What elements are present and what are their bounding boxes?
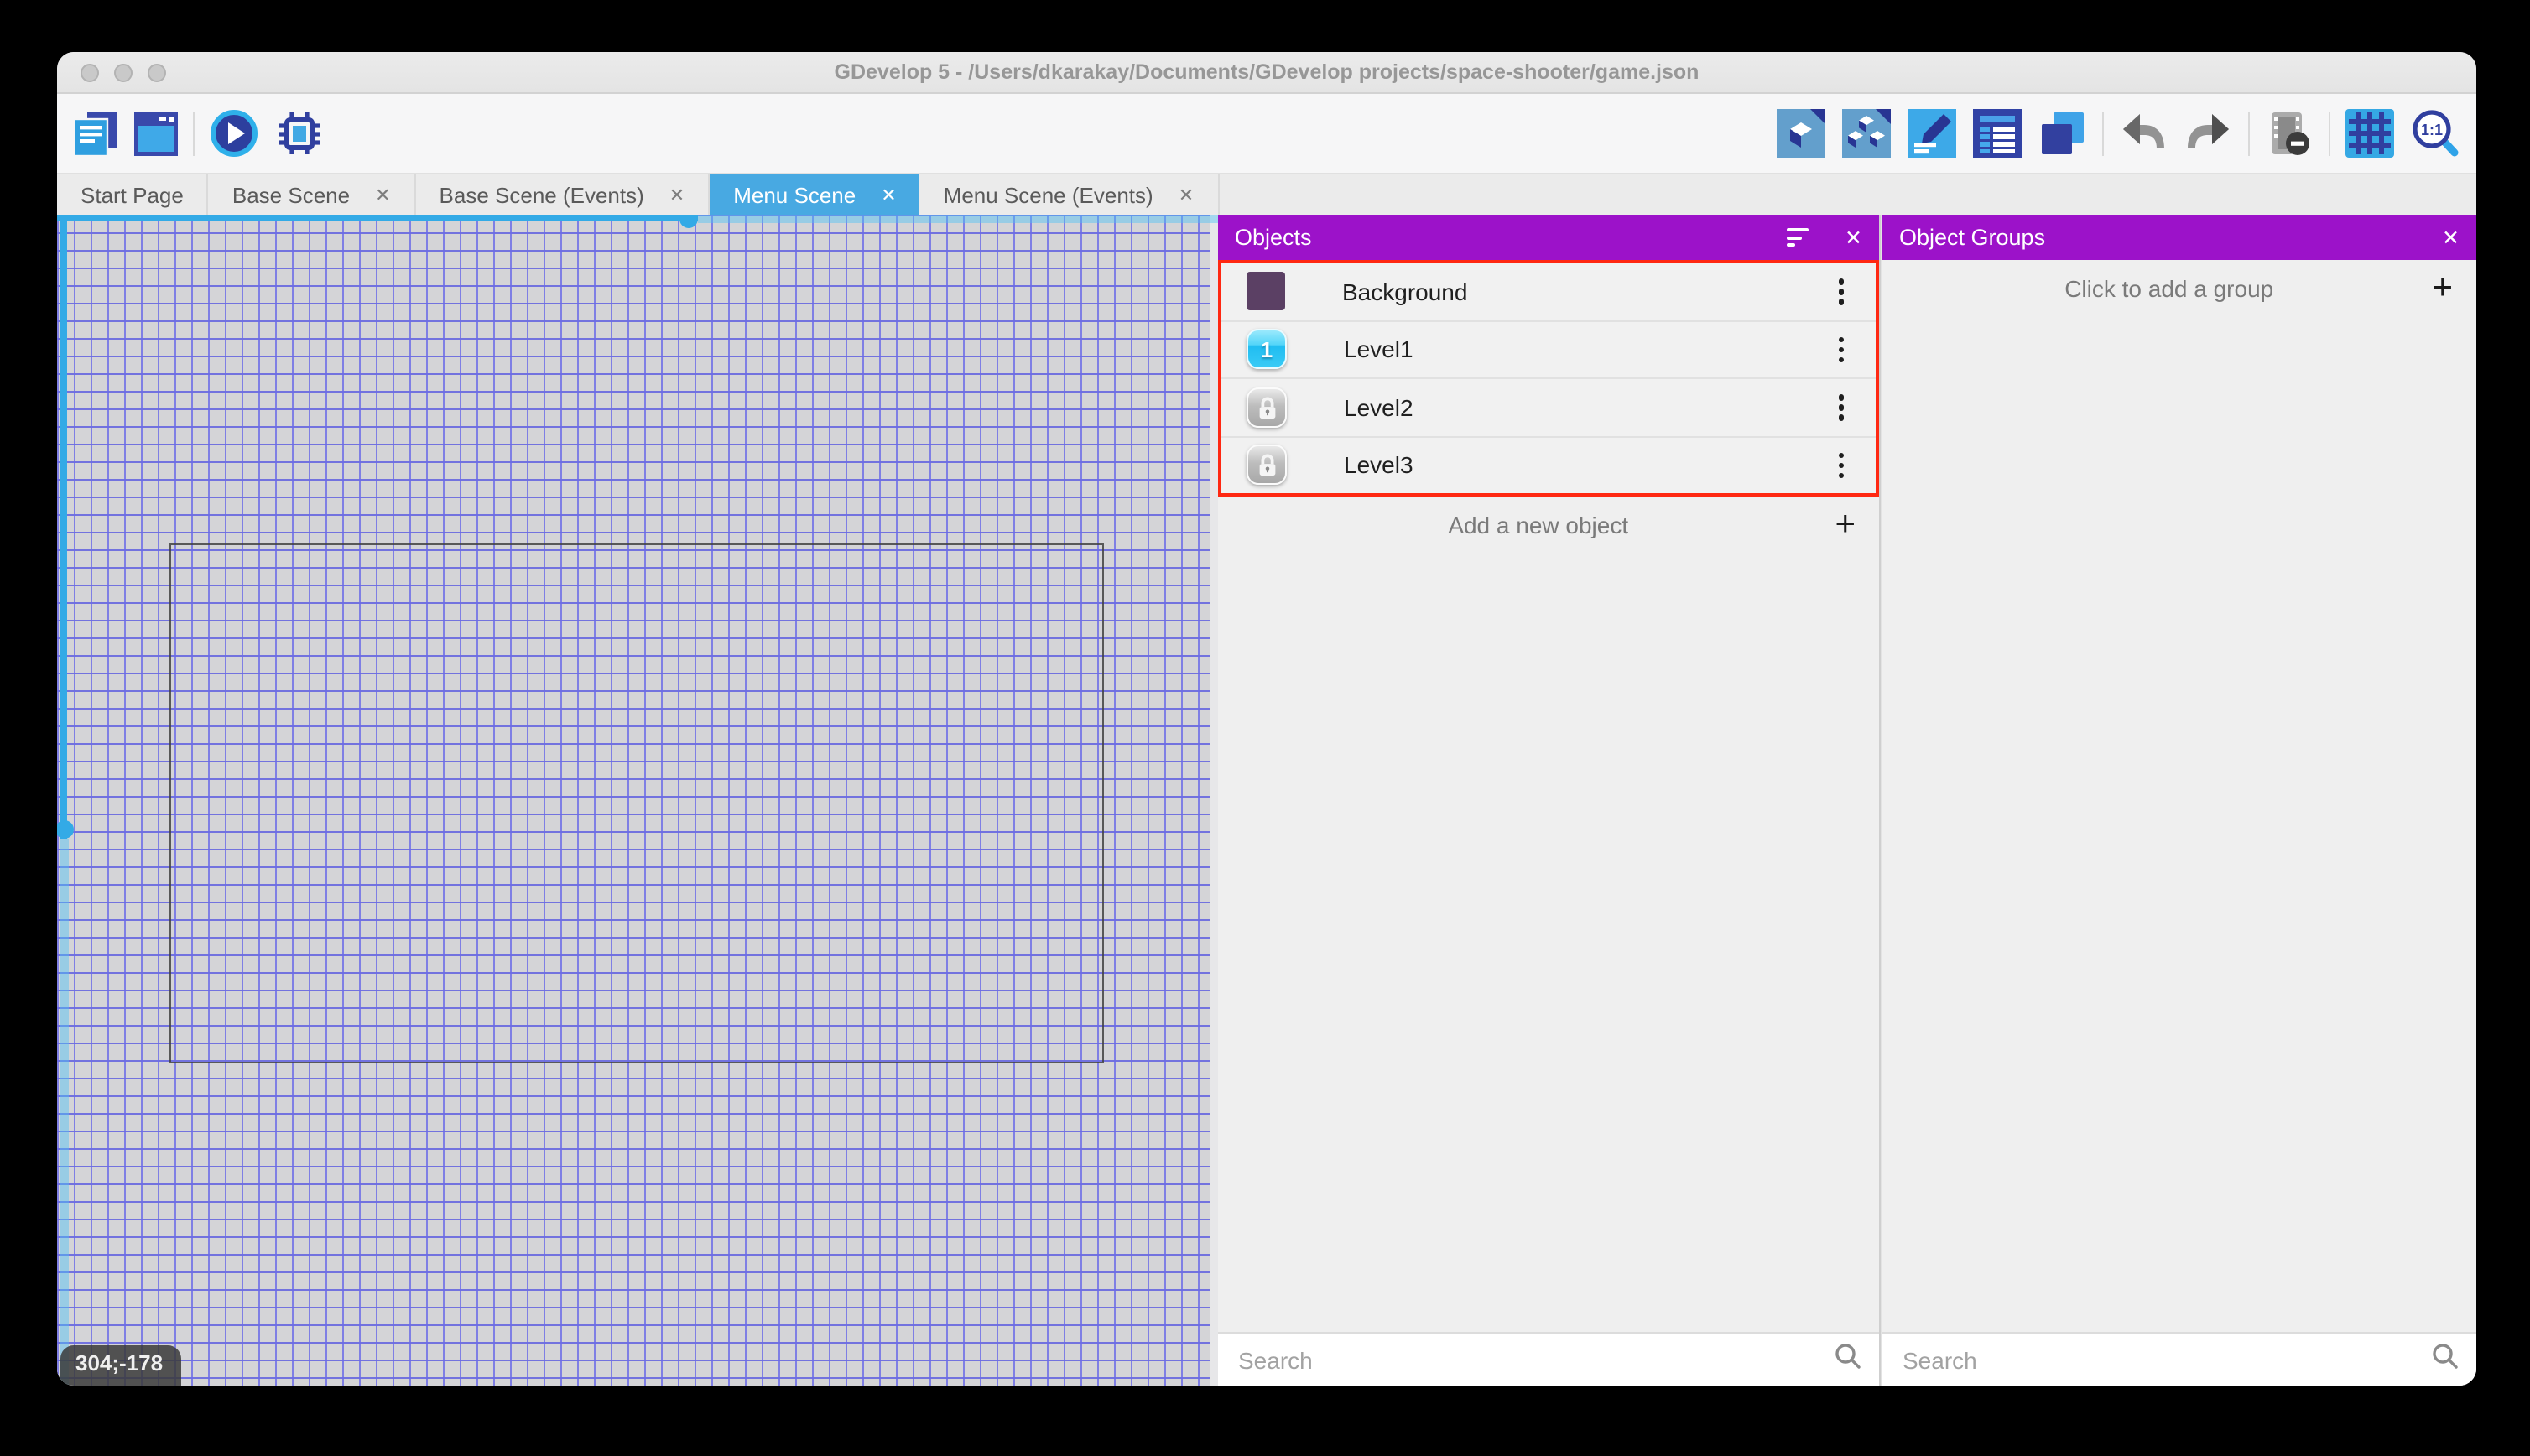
object-groups-panel: Object Groups ✕ Click to add a group + [1882, 215, 2476, 1386]
add-group-row[interactable]: Click to add a group + [1882, 260, 2476, 315]
tab-start-page[interactable]: Start Page [57, 174, 209, 216]
selection-edge-left [60, 215, 67, 839]
close-panel-icon[interactable]: ✕ [1845, 225, 1862, 250]
undo-icon[interactable] [2119, 109, 2168, 158]
object-menu-icon[interactable] [1833, 389, 1849, 425]
objects-panel: Objects ✕ Background 1 Level1 [1218, 215, 1879, 1386]
close-tab-icon[interactable]: ✕ [1179, 185, 1194, 206]
toggle-mask-icon[interactable] [2265, 109, 2314, 158]
object-menu-icon[interactable] [1833, 331, 1849, 367]
close-panel-icon[interactable]: ✕ [2442, 225, 2460, 250]
object-menu-icon[interactable] [1833, 447, 1849, 483]
debug-icon[interactable] [275, 109, 324, 158]
groups-search-input[interactable] [1899, 1344, 2431, 1375]
objects-panel-title: Objects [1235, 225, 1786, 250]
objects-search-input[interactable] [1235, 1344, 1834, 1375]
scene-canvas[interactable]: 304;-178 [57, 215, 1218, 1386]
object-name: Level3 [1344, 452, 1833, 479]
window-title: GDevelop 5 - /Users/dkarakay/Documents/G… [57, 60, 2476, 84]
objects-list-highlighted: Background 1 Level1 [1218, 260, 1879, 497]
tab-label: Base Scene (Events) [440, 183, 644, 208]
instances-list-icon[interactable] [1973, 109, 2022, 158]
selection-edge-top [57, 215, 698, 221]
tab-base-scene-events[interactable]: Base Scene (Events) ✕ [416, 174, 711, 216]
tab-menu-scene[interactable]: Menu Scene ✕ [710, 174, 919, 216]
object-row-background[interactable]: Background [1221, 263, 1876, 321]
scene-editor-window-icon[interactable] [134, 112, 178, 155]
close-tab-icon[interactable]: ✕ [375, 185, 390, 206]
main-area: 304;-178 Objects ✕ Background 1 [57, 215, 2476, 1386]
tab-menu-scene-events[interactable]: Menu Scene (Events) ✕ [920, 174, 1219, 216]
project-manager-icon[interactable] [74, 112, 117, 155]
object-row-level1[interactable]: 1 Level1 [1221, 321, 1876, 379]
play-icon[interactable] [210, 109, 258, 158]
selection-edge-left-faint [60, 839, 68, 1386]
cursor-coordinates: 304;-178 [60, 1345, 181, 1386]
groups-search-bar [1882, 1332, 2476, 1386]
background-thumbnail-icon [1247, 273, 1285, 311]
toggle-grid-icon[interactable] [2345, 109, 2394, 158]
search-icon [1834, 1341, 1862, 1378]
object-groups-editor-icon[interactable] [1842, 109, 1891, 158]
tab-bar: Start Page Base Scene ✕ Base Scene (Even… [57, 174, 2476, 216]
toolbar-divider [2102, 112, 2104, 155]
groups-panel-title: Object Groups [1899, 225, 2442, 250]
screen: GDevelop 5 - /Users/dkarakay/Documents/G… [0, 0, 2530, 1456]
tab-label: Menu Scene [733, 183, 856, 208]
tab-label: Start Page [81, 183, 184, 208]
tab-label: Base Scene [232, 183, 350, 208]
close-tab-icon[interactable]: ✕ [881, 185, 896, 206]
svg-text:1:1: 1:1 [2421, 122, 2443, 138]
add-icon[interactable]: + [2432, 270, 2453, 305]
groups-panel-header: Object Groups ✕ [1882, 215, 2476, 260]
toolbar-divider [2329, 112, 2330, 155]
groups-panel-body[interactable] [1882, 315, 2476, 1332]
add-group-label: Click to add a group [1906, 274, 2432, 301]
tab-label: Menu Scene (Events) [944, 183, 1153, 208]
object-row-level3[interactable]: Level3 [1221, 437, 1876, 493]
objects-panel-body[interactable] [1218, 552, 1879, 1332]
gdevelop-window: GDevelop 5 - /Users/dkarakay/Documents/G… [57, 52, 2476, 1386]
tab-base-scene[interactable]: Base Scene ✕ [209, 174, 416, 216]
object-name: Level2 [1344, 394, 1833, 421]
properties-icon[interactable] [1908, 109, 1956, 158]
layers-icon[interactable] [2038, 109, 2087, 158]
title-bar: GDevelop 5 - /Users/dkarakay/Documents/G… [57, 52, 2476, 94]
redo-icon[interactable] [2184, 109, 2233, 158]
objects-panel-header: Objects ✕ [1218, 215, 1879, 260]
selection-edge-top-faint [698, 215, 1218, 223]
objects-editor-icon[interactable] [1777, 109, 1825, 158]
object-name: Level1 [1344, 336, 1833, 363]
toolbar-divider [2248, 112, 2250, 155]
add-object-row[interactable]: Add a new object + [1218, 497, 1879, 552]
object-menu-icon[interactable] [1833, 273, 1849, 309]
toolbar-right-group: 1:1 [1777, 109, 2460, 158]
scene-window-outline [169, 543, 1104, 1063]
filter-icon[interactable] [1786, 228, 1808, 247]
add-icon[interactable]: + [1835, 507, 1856, 542]
close-tab-icon[interactable]: ✕ [669, 185, 685, 206]
lock-button-icon [1247, 445, 1287, 486]
toolbar: 1:1 [57, 94, 2476, 174]
zoom-original-icon[interactable]: 1:1 [2411, 109, 2460, 158]
objects-search-bar [1218, 1332, 1879, 1386]
level1-button-icon: 1 [1247, 330, 1287, 370]
search-icon [2431, 1341, 2460, 1378]
add-object-label: Add a new object [1242, 511, 1835, 538]
toolbar-divider [193, 112, 195, 155]
object-row-level2[interactable]: Level2 [1221, 379, 1876, 437]
lock-button-icon [1247, 387, 1287, 428]
object-name: Background [1342, 278, 1833, 305]
